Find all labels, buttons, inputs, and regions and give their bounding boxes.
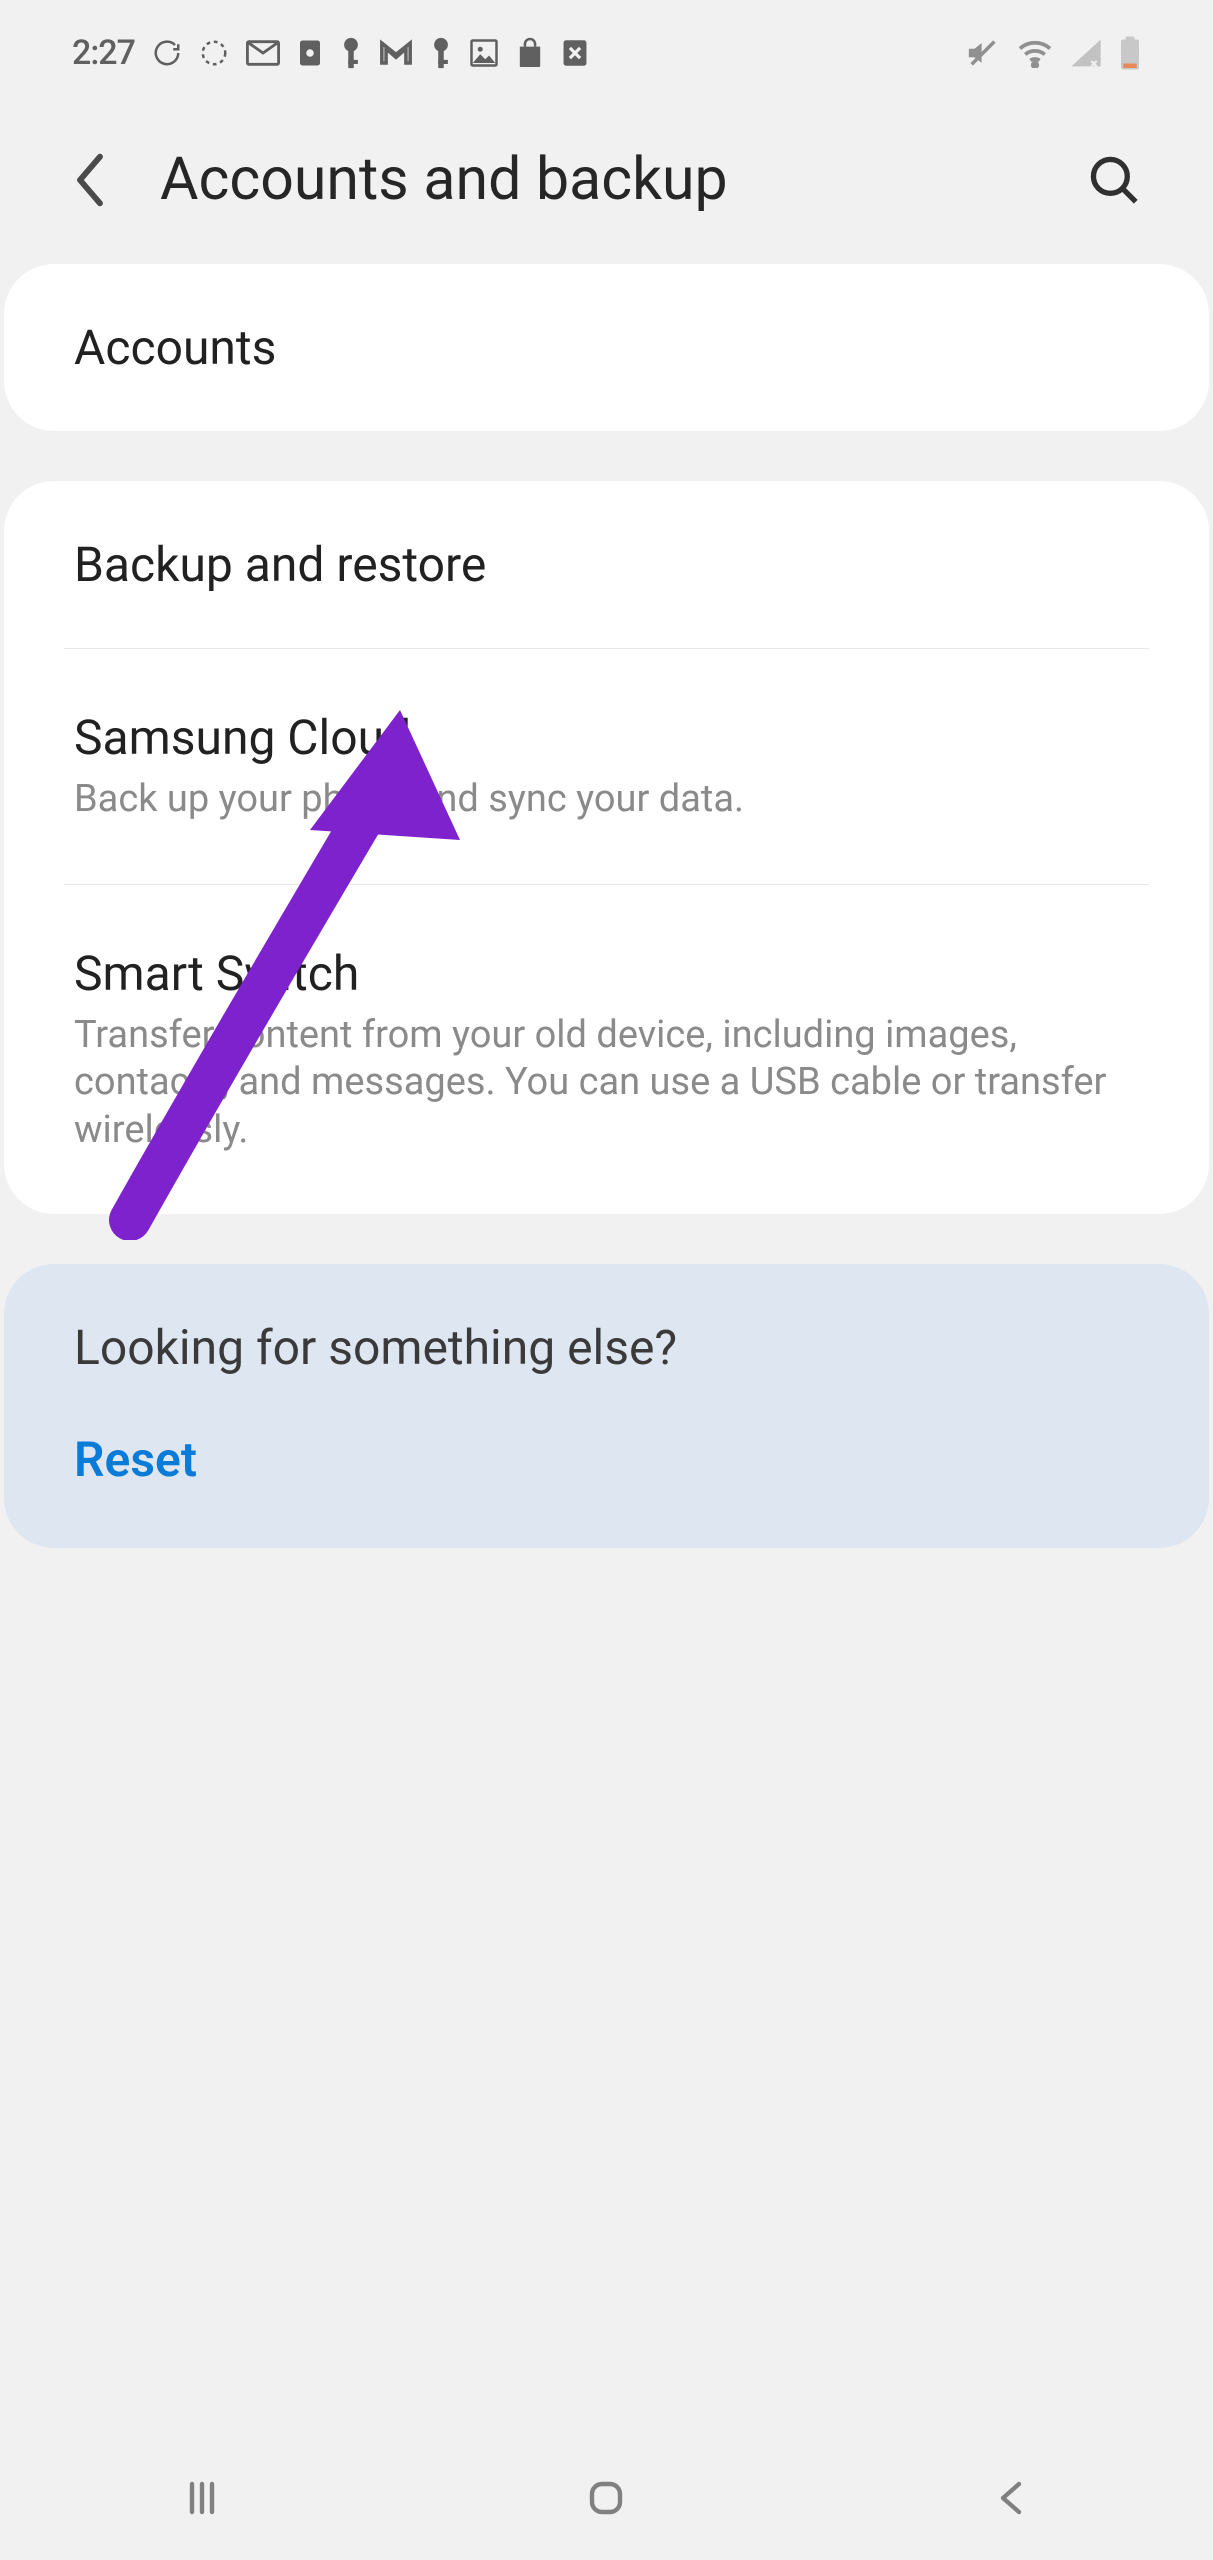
- smart-switch-sub: Transfer content from your old device, i…: [74, 1012, 1139, 1155]
- navigation-bar: [0, 2435, 1213, 2560]
- search-button[interactable]: [1085, 151, 1143, 209]
- battery-icon: [1119, 35, 1141, 71]
- app-header: Accounts and backup: [0, 105, 1213, 264]
- status-time: 2:27: [72, 33, 135, 73]
- mute-icon: [966, 36, 1000, 70]
- backup-card: Backup and restore Samsung Cloud Back up…: [4, 481, 1209, 1214]
- wifi-icon: [1017, 38, 1053, 68]
- signal-icon: [1070, 38, 1102, 68]
- picture-icon: [469, 38, 499, 68]
- gmail-icon: [379, 39, 413, 67]
- smart-switch-title: Smart Switch: [74, 945, 1139, 1002]
- suggestion-title: Looking for something else?: [74, 1319, 1139, 1376]
- page-title: Accounts and backup: [160, 145, 1035, 214]
- status-left: 2:27: [72, 33, 589, 73]
- accounts-card: Accounts: [4, 264, 1209, 431]
- smart-switch-item[interactable]: Smart Switch Transfer content from your …: [4, 885, 1209, 1215]
- samsung-cloud-title: Samsung Cloud: [74, 709, 1139, 766]
- square-icon: [297, 38, 323, 68]
- nav-back-button[interactable]: [987, 2474, 1035, 2522]
- key-icon: [340, 36, 362, 70]
- status-bar: 2:27: [0, 0, 1213, 105]
- sync-icon: [152, 38, 182, 68]
- loading-icon: [199, 38, 229, 68]
- reset-link[interactable]: Reset: [74, 1431, 1139, 1488]
- accounts-title: Accounts: [74, 319, 1139, 376]
- backup-restore-header: Backup and restore: [4, 481, 1209, 648]
- recents-button[interactable]: [178, 2474, 226, 2522]
- home-button[interactable]: [582, 2474, 630, 2522]
- suggestion-card: Looking for something else? Reset: [4, 1264, 1209, 1548]
- status-right: [966, 35, 1141, 71]
- samsung-cloud-sub: Back up your phone and sync your data.: [74, 776, 1139, 824]
- bag-icon: [516, 37, 544, 69]
- backup-restore-title: Backup and restore: [74, 536, 1139, 593]
- key-icon-2: [430, 36, 452, 70]
- back-button[interactable]: [70, 150, 110, 210]
- accounts-item[interactable]: Accounts: [4, 264, 1209, 431]
- samsung-cloud-item[interactable]: Samsung Cloud Back up your phone and syn…: [4, 649, 1209, 884]
- close-file-icon: [561, 37, 589, 69]
- mail-icon: [246, 38, 280, 68]
